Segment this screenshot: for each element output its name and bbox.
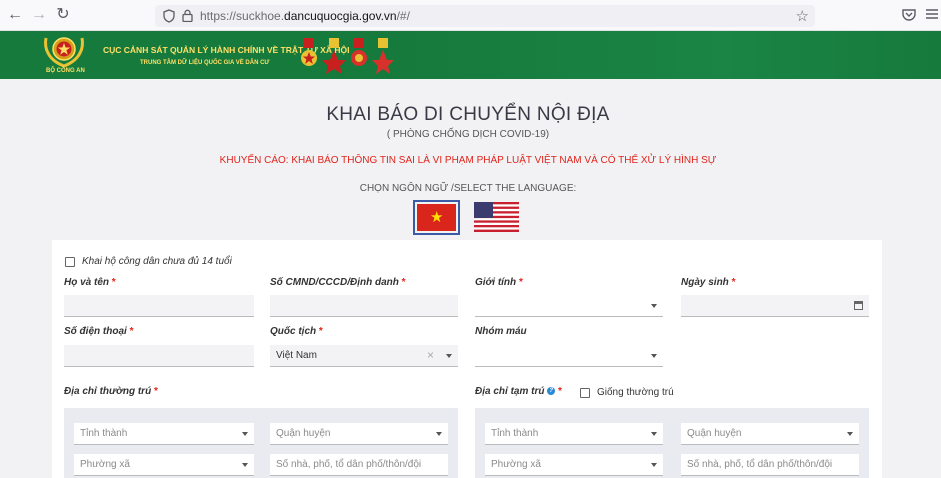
nationality-value: Việt Nam (276, 350, 317, 361)
permanent-address-panel: Tỉnh thành Quận huyện Phường xã Số nhà, … (64, 408, 458, 478)
permanent-street-input[interactable]: Số nhà, phố, tổ dân phố/thôn/đội (270, 454, 448, 476)
declaration-form: Khai hộ công dân chưa đủ 14 tuổi Họ và t… (52, 240, 882, 478)
phone-label: Số điện thoại * (64, 326, 134, 337)
help-icon[interactable]: ? (547, 387, 556, 396)
back-arrow-icon[interactable]: ← (6, 6, 24, 24)
language-vietnamese-button[interactable]: ★ (413, 200, 460, 235)
chevron-down-icon (651, 354, 657, 358)
full-name-input[interactable] (64, 295, 254, 317)
temporary-street-input[interactable]: Số nhà, phố, tổ dân phố/thôn/đội (681, 454, 859, 476)
center-name: TRUNG TÂM DỮ LIỆU QUỐC GIA VỀ DÂN CƯ (140, 60, 270, 66)
browser-toolbar: ← → ↻ https://suckhoe.dancuquocgia.gov.v… (0, 0, 941, 31)
permanent-address-label: Địa chỉ thường trú * (64, 386, 158, 397)
nationality-select[interactable]: Việt Nam × (270, 345, 458, 367)
blood-type-label: Nhóm máu (475, 326, 527, 337)
address-bar[interactable]: https://suckhoe.dancuquocgia.gov.vn/#/ ☆ (155, 5, 815, 27)
full-name-label: Họ và tên * (64, 277, 116, 288)
forward-arrow-icon[interactable]: → (30, 6, 48, 24)
chevron-down-icon (651, 432, 657, 436)
chevron-down-icon (436, 432, 442, 436)
bookmark-star-icon[interactable]: ☆ (796, 7, 809, 25)
temporary-ward-select[interactable]: Phường xã (485, 454, 663, 476)
reload-icon[interactable]: ↻ (54, 6, 72, 24)
temporary-address-panel: Tỉnh thành Quận huyện Phường xã Số nhà, … (475, 408, 869, 478)
language-label: CHỌN NGÔN NGỮ /SELECT THE LANGUAGE: (359, 183, 577, 194)
url-text: https://suckhoe.dancuquocgia.gov.vn/#/ (200, 9, 410, 23)
page-title: KHAI BÁO DI CHUYỂN NỘI ĐỊA (326, 104, 610, 125)
permanent-province-select[interactable]: Tỉnh thành (74, 423, 254, 445)
id-number-input[interactable] (270, 295, 458, 317)
lock-icon[interactable] (182, 9, 193, 22)
temporary-province-select[interactable]: Tỉnh thành (485, 423, 663, 445)
gender-label: Giới tính * (475, 277, 523, 288)
same-as-permanent-checkbox[interactable] (580, 388, 590, 398)
site-banner: BỘ CÔNG AN CỤC CẢNH SÁT QUẢN LÝ HÀNH CHÍ… (0, 31, 941, 79)
emblem-label: BỘ CÔNG AN (46, 68, 85, 74)
chevron-down-icon (651, 463, 657, 467)
id-number-label: Số CMND/CCCD/Định danh * (270, 277, 406, 288)
same-as-permanent-label: Giống thường trú (597, 387, 674, 398)
hamburger-menu-icon[interactable] (925, 8, 939, 20)
page-subtitle: ( PHÒNG CHỐNG DỊCH COVID-19) (386, 129, 550, 140)
chevron-down-icon (242, 432, 248, 436)
chevron-down-icon (446, 354, 452, 358)
blood-type-select[interactable] (475, 345, 663, 367)
pocket-icon[interactable] (902, 8, 916, 21)
police-emblem-icon (44, 37, 84, 68)
legal-warning: KHUYẾN CÁO: KHAI BÁO THÔNG TIN SAI LÀ VI… (219, 155, 717, 166)
calendar-icon[interactable] (854, 301, 863, 310)
gender-select[interactable] (475, 295, 663, 317)
chevron-down-icon (651, 304, 657, 308)
temporary-address-label: Địa chỉ tạm trú ? * (475, 386, 562, 397)
permanent-district-select[interactable]: Quận huyện (270, 423, 448, 445)
chevron-down-icon (847, 432, 853, 436)
clear-icon[interactable]: × (427, 348, 434, 362)
proxy-declaration-checkbox[interactable] (65, 257, 75, 267)
tracking-shield-icon[interactable] (163, 9, 175, 23)
chevron-down-icon (242, 463, 248, 467)
dob-input[interactable] (681, 295, 869, 317)
language-english-button[interactable] (474, 202, 519, 232)
dob-label: Ngày sinh * (681, 277, 736, 288)
proxy-declaration-label: Khai hộ công dân chưa đủ 14 tuổi (82, 256, 232, 267)
vietnam-flag-icon: ★ (417, 204, 456, 231)
medals-icon (301, 38, 394, 74)
phone-input[interactable] (64, 345, 254, 367)
nationality-label: Quốc tịch * (270, 326, 323, 337)
temporary-district-select[interactable]: Quận huyện (681, 423, 859, 445)
permanent-ward-select[interactable]: Phường xã (74, 454, 254, 476)
